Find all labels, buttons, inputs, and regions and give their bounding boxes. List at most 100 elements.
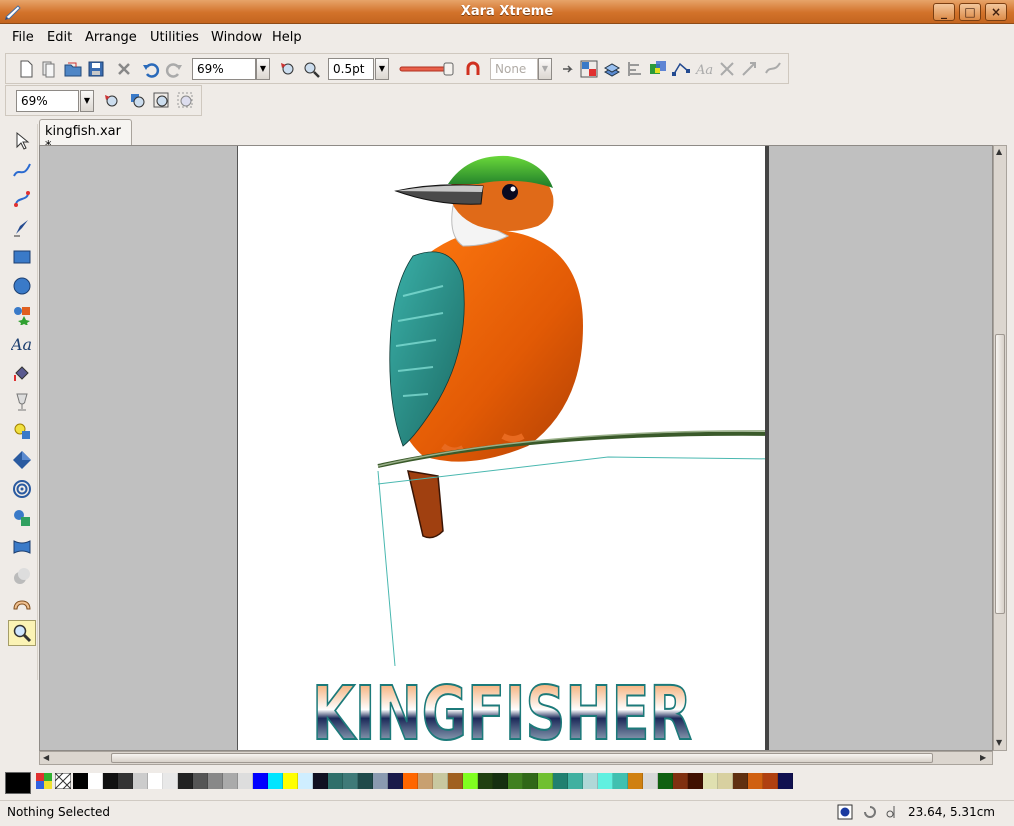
group-icon[interactable] xyxy=(579,59,599,79)
colour-swatch[interactable] xyxy=(583,773,598,789)
contour-tool[interactable] xyxy=(8,476,36,502)
arrowhead-dropdown-button[interactable]: ▼ xyxy=(538,58,552,80)
colour-swatch[interactable] xyxy=(673,773,688,789)
colour-swatch[interactable] xyxy=(688,773,703,789)
colour-swatch[interactable] xyxy=(268,773,283,789)
maximize-button[interactable]: □ xyxy=(959,3,981,21)
colour-swatch[interactable] xyxy=(358,773,373,789)
colour-swatch[interactable] xyxy=(658,773,673,789)
colour-swatch[interactable] xyxy=(328,773,343,789)
colour-swatch[interactable] xyxy=(238,773,253,789)
shape-editor-tool[interactable] xyxy=(8,186,36,212)
fill-tool[interactable] xyxy=(8,360,36,386)
colour-swatch[interactable] xyxy=(628,773,643,789)
colour-swatch[interactable] xyxy=(253,773,268,789)
colour-swatch[interactable] xyxy=(163,773,178,789)
zoom-spread-icon[interactable] xyxy=(176,91,196,111)
new-from-template-icon[interactable] xyxy=(39,59,59,79)
redo-icon[interactable] xyxy=(164,59,184,79)
quickshape-tool[interactable] xyxy=(8,302,36,328)
colour-swatch[interactable] xyxy=(223,773,238,789)
colour-swatch[interactable] xyxy=(703,773,718,789)
snap-magnet-icon[interactable] xyxy=(463,59,483,79)
colour-swatch[interactable] xyxy=(733,773,748,789)
colour-swatch[interactable] xyxy=(298,773,313,789)
colour-swatch[interactable] xyxy=(463,773,478,789)
save-icon[interactable] xyxy=(86,59,106,79)
colour-swatch[interactable] xyxy=(763,773,778,789)
colour-swatch[interactable] xyxy=(508,773,523,789)
colour-swatch[interactable] xyxy=(553,773,568,789)
colour-swatch[interactable] xyxy=(643,773,658,789)
colour-swatch[interactable] xyxy=(88,773,103,789)
mould-tool[interactable] xyxy=(8,534,36,560)
arrowhead-combo[interactable]: None xyxy=(490,58,538,80)
scroll-up-icon[interactable]: ▲ xyxy=(996,147,1002,156)
scroll-right-icon[interactable]: ▶ xyxy=(980,753,986,762)
transparency-tool[interactable] xyxy=(8,389,36,415)
align-icon[interactable] xyxy=(625,59,645,79)
render-quality-icon[interactable] xyxy=(837,804,853,820)
selector-tool[interactable] xyxy=(8,128,36,154)
colour-swatch[interactable] xyxy=(403,773,418,789)
edit-points-icon[interactable] xyxy=(671,59,691,79)
scroll-left-icon[interactable]: ◀ xyxy=(43,753,49,762)
zoom-drawing-icon[interactable] xyxy=(152,91,172,111)
freehand-tool[interactable] xyxy=(8,157,36,183)
colour-swatch[interactable] xyxy=(478,773,493,789)
bring-forward-icon[interactable] xyxy=(559,59,579,79)
shadow-tool[interactable] xyxy=(8,505,36,531)
zoom-dropdown-button[interactable]: ▼ xyxy=(256,58,270,80)
minimize-button[interactable]: _ xyxy=(933,3,955,21)
menu-arrange[interactable]: Arrange xyxy=(85,30,137,45)
colour-swatch[interactable] xyxy=(598,773,613,789)
vertical-scrollbar[interactable]: ▲ ▼ xyxy=(993,145,1007,751)
zoom-drawing-icon[interactable] xyxy=(301,59,321,79)
pen-tool[interactable] xyxy=(8,215,36,241)
kingfisher-artwork[interactable]: KINGFISHER xyxy=(238,146,781,751)
colour-swatch[interactable] xyxy=(418,773,433,789)
horizontal-scrollbar[interactable]: ◀ ▶ xyxy=(39,751,993,765)
colour-swatch[interactable] xyxy=(133,773,148,789)
colour-swatch[interactable] xyxy=(538,773,553,789)
combine-shapes-icon[interactable] xyxy=(648,59,668,79)
colour-swatch[interactable] xyxy=(523,773,538,789)
text-tool[interactable]: Aa xyxy=(8,331,36,357)
colour-swatch[interactable] xyxy=(283,773,298,789)
close-button[interactable]: × xyxy=(985,3,1007,21)
menu-window[interactable]: Window xyxy=(211,30,262,45)
open-folder-icon[interactable] xyxy=(63,59,83,79)
zoom-infobar-dropdown-button[interactable]: ▼ xyxy=(80,90,94,112)
colour-swatch[interactable] xyxy=(493,773,508,789)
colour-swatch[interactable] xyxy=(178,773,193,789)
push-tool[interactable] xyxy=(8,592,36,618)
document-tab[interactable]: kingfish.xar * xyxy=(39,119,132,154)
delete-icon[interactable] xyxy=(114,59,134,79)
menu-edit[interactable]: Edit xyxy=(47,30,72,45)
zoom-previous-icon[interactable] xyxy=(278,59,298,79)
zoom-previous-icon[interactable] xyxy=(102,91,122,111)
horizontal-scroll-thumb[interactable] xyxy=(111,753,933,763)
colour-swatch[interactable] xyxy=(718,773,733,789)
current-colour-swatch[interactable] xyxy=(5,772,31,794)
colour-swatch[interactable] xyxy=(388,773,403,789)
menu-utilities[interactable]: Utilities xyxy=(150,30,199,45)
colour-editor-icon[interactable] xyxy=(36,773,52,789)
colour-swatch[interactable] xyxy=(373,773,388,789)
zoom-selected-icon[interactable] xyxy=(128,91,148,111)
undo-icon[interactable] xyxy=(141,59,161,79)
zoom-combo[interactable]: 69% xyxy=(192,58,256,80)
colour-swatch[interactable] xyxy=(193,773,208,789)
colour-swatch[interactable] xyxy=(313,773,328,789)
zoom-infobar-combo[interactable]: 69% xyxy=(16,90,79,112)
colour-swatch[interactable] xyxy=(448,773,463,789)
colour-swatch[interactable] xyxy=(778,773,793,789)
colour-swatch[interactable] xyxy=(568,773,583,789)
break-apart-icon[interactable] xyxy=(717,59,737,79)
colour-swatch[interactable] xyxy=(343,773,358,789)
transform-icon[interactable] xyxy=(740,59,760,79)
blend-tool[interactable] xyxy=(8,563,36,589)
menu-help[interactable]: Help xyxy=(272,30,302,45)
bevel-tool[interactable] xyxy=(8,447,36,473)
colour-swatch[interactable] xyxy=(118,773,133,789)
